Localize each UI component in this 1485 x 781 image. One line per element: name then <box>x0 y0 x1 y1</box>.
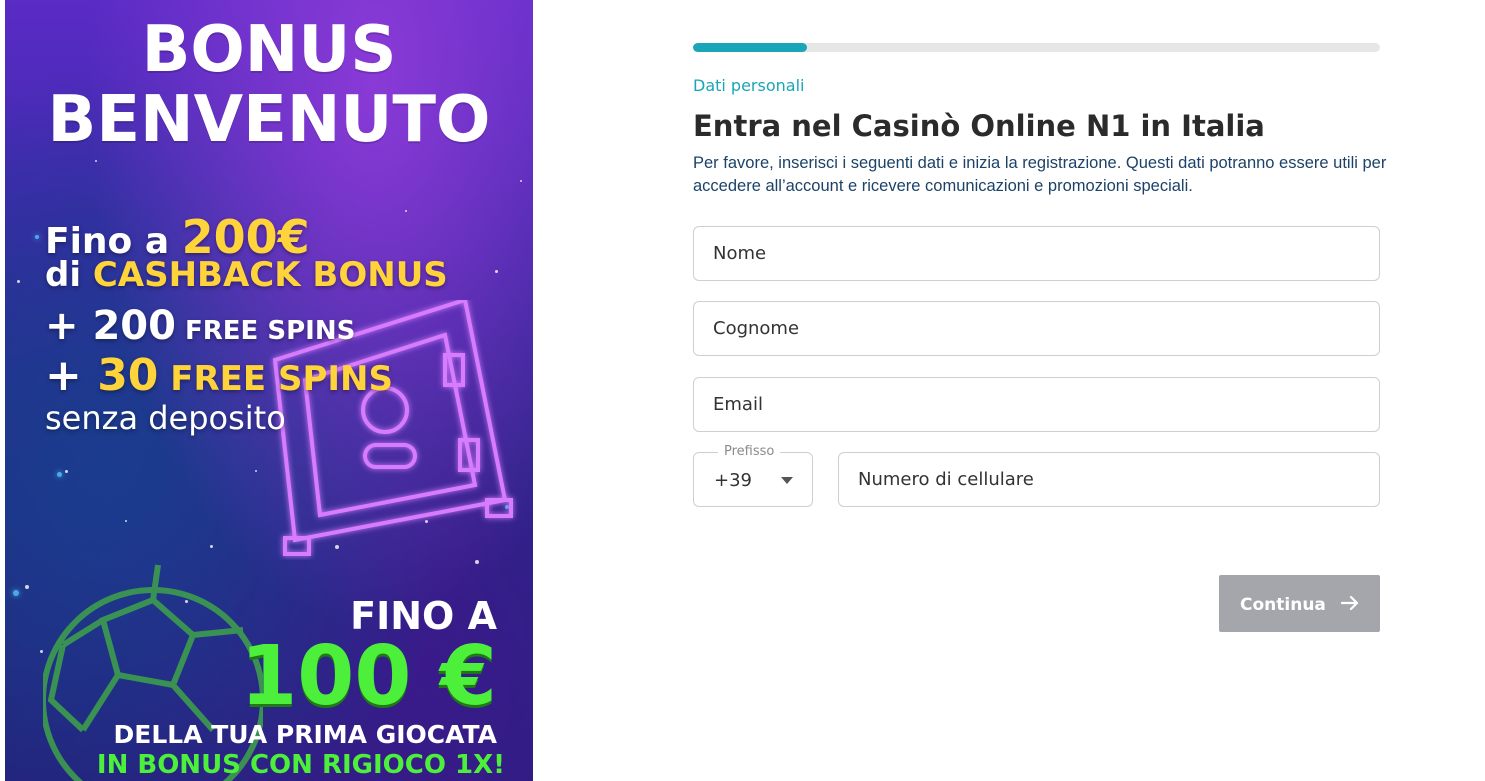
promo-line-fino: Fino a 200€ <box>45 210 310 264</box>
phone-input[interactable] <box>839 453 1379 506</box>
nome-input[interactable] <box>694 227 1379 280</box>
email-field[interactable] <box>693 377 1380 432</box>
promo-rigioco: IN BONUS CON RIGIOCO 1X! <box>96 750 505 780</box>
prefix-label: Prefisso <box>718 444 781 460</box>
continue-button[interactable]: Continua <box>1219 575 1380 632</box>
promo-cashback: CASHBACK BONUS <box>92 255 448 295</box>
chevron-down-icon <box>781 477 793 484</box>
arrow-right-icon <box>1341 596 1359 610</box>
promo-line-senza-deposito: senza deposito <box>45 399 286 437</box>
promo-line-200-spins: + 200 FREE SPINS <box>45 303 356 349</box>
prefix-select[interactable]: Prefisso +39 <box>693 444 813 507</box>
promo-line-30-spins: + 30 FREE SPINS <box>45 350 393 401</box>
promo-banner: BONUS BENVENUTO Fino a 200€ di CASHBACK … <box>5 0 533 781</box>
form-description: Per favore, inserisci i seguenti dati e … <box>693 154 1387 195</box>
progress-fill <box>693 43 808 52</box>
step-label: Dati personali <box>693 76 805 95</box>
phone-field[interactable] <box>838 452 1380 507</box>
nome-field[interactable] <box>693 226 1380 281</box>
continue-label: Continua <box>1240 595 1326 615</box>
banner-title-benvenuto: BENVENUTO <box>47 83 491 157</box>
promo-100-euro: 100 € <box>240 629 497 724</box>
promo-line-cashback: di CASHBACK BONUS <box>45 255 448 295</box>
email-input[interactable] <box>694 378 1379 431</box>
cognome-field[interactable] <box>693 301 1380 356</box>
page-title: Entra nel Casinò Online N1 in Italia <box>693 109 1265 143</box>
promo-prima-giocata: DELLA TUA PRIMA GIOCATA <box>113 720 497 749</box>
progress-bar <box>693 43 1380 52</box>
prefix-value: +39 <box>714 470 752 491</box>
banner-title-bonus: BONUS <box>141 13 397 87</box>
cognome-input[interactable] <box>694 302 1379 355</box>
